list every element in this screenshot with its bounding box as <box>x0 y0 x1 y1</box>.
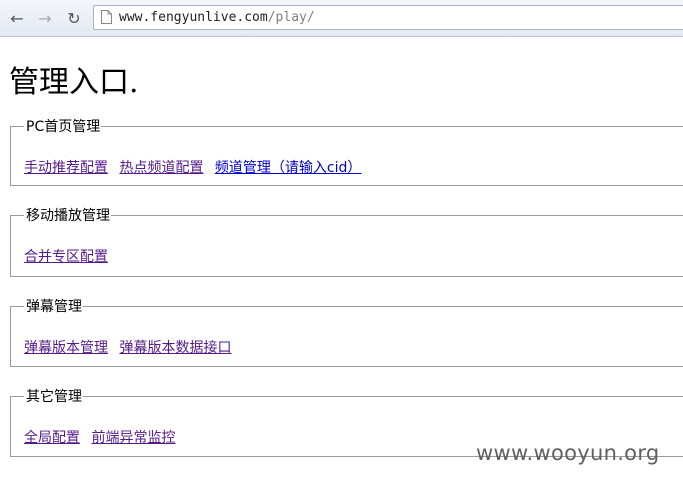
url-path: /play/ <box>267 10 315 25</box>
page-title: 管理入口. <box>9 65 139 100</box>
link-channel-management[interactable]: 频道管理（请输入cid） <box>215 160 361 176</box>
back-arrow-icon[interactable]: ← <box>6 7 28 29</box>
section-mobile-playback: 移动播放管理 合并专区配置 <box>10 205 683 277</box>
section-legend: 移动播放管理 <box>26 208 110 224</box>
url-host: www.fengyunlive.com <box>119 10 268 25</box>
link-danmaku-version-data-api[interactable]: 弹幕版本数据接口 <box>119 340 231 356</box>
link-global-config[interactable]: 全局配置 <box>24 430 80 446</box>
page-icon <box>101 10 112 24</box>
section-legend: 弹幕管理 <box>26 299 82 315</box>
section-legend: 其它管理 <box>26 389 82 405</box>
link-hot-channel-config[interactable]: 热点频道配置 <box>119 160 203 176</box>
link-danmaku-version-management[interactable]: 弹幕版本管理 <box>24 340 108 356</box>
link-row: 手动推荐配置 热点频道配置 频道管理（请输入cid） <box>24 136 683 177</box>
link-frontend-error-monitor[interactable]: 前端异常监控 <box>91 430 175 446</box>
address-bar[interactable]: www.fengyunlive.com/play/ <box>93 5 683 30</box>
link-manual-recommend-config[interactable]: 手动推荐配置 <box>24 160 108 176</box>
link-merge-zone-config[interactable]: 合并专区配置 <box>24 249 108 265</box>
section-danmaku: 弹幕管理 弹幕版本管理 弹幕版本数据接口 <box>10 296 683 367</box>
section-pc-homepage: PC首页管理 手动推荐配置 热点频道配置 频道管理（请输入cid） <box>10 116 683 186</box>
watermark: www.wooyun.org <box>476 441 660 465</box>
browser-toolbar: ← → ↻ www.fengyunlive.com/play/ <box>0 0 683 37</box>
forward-arrow-icon[interactable]: → <box>34 7 56 29</box>
page-content: 管理入口. PC首页管理 手动推荐配置 热点频道配置 频道管理（请输入cid） … <box>0 37 683 484</box>
section-legend: PC首页管理 <box>26 119 101 135</box>
link-row: 弹幕版本管理 弹幕版本数据接口 <box>24 316 683 357</box>
url-text[interactable]: www.fengyunlive.com/play/ <box>119 10 315 25</box>
reload-icon[interactable]: ↻ <box>63 7 85 29</box>
link-row: 合并专区配置 <box>24 225 683 266</box>
